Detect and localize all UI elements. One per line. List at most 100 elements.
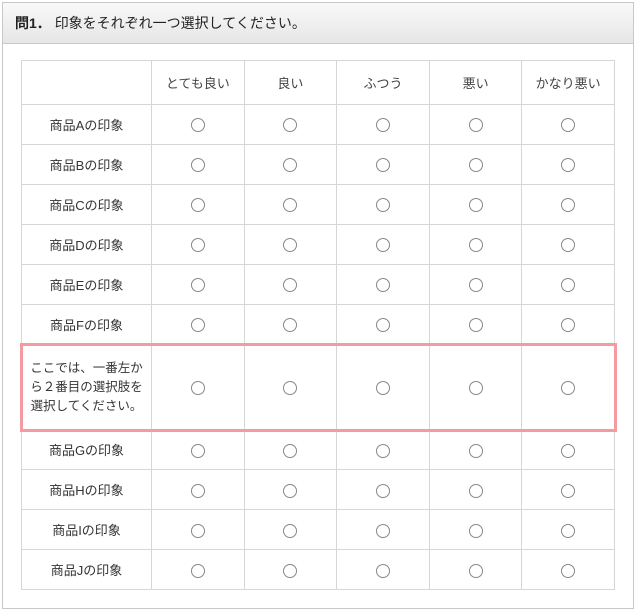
- radio-icon[interactable]: [469, 198, 483, 212]
- radio-icon[interactable]: [191, 444, 205, 458]
- radio-cell[interactable]: [429, 265, 522, 305]
- radio-icon[interactable]: [469, 158, 483, 172]
- radio-icon[interactable]: [469, 444, 483, 458]
- radio-cell[interactable]: [429, 145, 522, 185]
- radio-icon[interactable]: [376, 444, 390, 458]
- radio-cell[interactable]: [152, 305, 245, 345]
- radio-cell[interactable]: [244, 470, 337, 510]
- radio-cell[interactable]: [522, 305, 615, 345]
- radio-icon[interactable]: [283, 158, 297, 172]
- radio-icon[interactable]: [283, 524, 297, 538]
- radio-cell[interactable]: [152, 145, 245, 185]
- radio-cell[interactable]: [429, 305, 522, 345]
- radio-cell[interactable]: [244, 185, 337, 225]
- radio-cell[interactable]: [337, 225, 430, 265]
- radio-cell[interactable]: [429, 550, 522, 590]
- radio-cell[interactable]: [337, 470, 430, 510]
- radio-cell[interactable]: [244, 105, 337, 145]
- radio-cell[interactable]: [337, 105, 430, 145]
- radio-cell[interactable]: [522, 225, 615, 265]
- radio-icon[interactable]: [283, 381, 297, 395]
- radio-icon[interactable]: [191, 484, 205, 498]
- radio-cell[interactable]: [522, 185, 615, 225]
- radio-cell[interactable]: [337, 145, 430, 185]
- radio-icon[interactable]: [376, 318, 390, 332]
- radio-cell[interactable]: [244, 345, 337, 430]
- radio-icon[interactable]: [376, 381, 390, 395]
- radio-icon[interactable]: [561, 524, 575, 538]
- radio-icon[interactable]: [283, 278, 297, 292]
- radio-cell[interactable]: [429, 345, 522, 430]
- radio-icon[interactable]: [469, 524, 483, 538]
- radio-icon[interactable]: [376, 564, 390, 578]
- radio-cell[interactable]: [244, 145, 337, 185]
- radio-icon[interactable]: [191, 564, 205, 578]
- radio-cell[interactable]: [522, 265, 615, 305]
- radio-icon[interactable]: [283, 564, 297, 578]
- radio-icon[interactable]: [376, 278, 390, 292]
- radio-icon[interactable]: [561, 238, 575, 252]
- radio-icon[interactable]: [561, 444, 575, 458]
- radio-cell[interactable]: [522, 510, 615, 550]
- radio-icon[interactable]: [191, 238, 205, 252]
- radio-icon[interactable]: [561, 381, 575, 395]
- radio-cell[interactable]: [152, 185, 245, 225]
- radio-icon[interactable]: [561, 118, 575, 132]
- radio-cell[interactable]: [244, 510, 337, 550]
- radio-cell[interactable]: [337, 265, 430, 305]
- radio-cell[interactable]: [152, 265, 245, 305]
- radio-cell[interactable]: [337, 305, 430, 345]
- radio-cell[interactable]: [429, 185, 522, 225]
- radio-cell[interactable]: [522, 345, 615, 430]
- radio-icon[interactable]: [376, 118, 390, 132]
- radio-cell[interactable]: [522, 430, 615, 470]
- radio-icon[interactable]: [469, 381, 483, 395]
- radio-icon[interactable]: [376, 158, 390, 172]
- radio-cell[interactable]: [152, 105, 245, 145]
- radio-cell[interactable]: [244, 430, 337, 470]
- radio-cell[interactable]: [244, 550, 337, 590]
- radio-cell[interactable]: [337, 185, 430, 225]
- radio-icon[interactable]: [283, 444, 297, 458]
- radio-cell[interactable]: [522, 550, 615, 590]
- radio-icon[interactable]: [561, 198, 575, 212]
- radio-icon[interactable]: [469, 118, 483, 132]
- radio-cell[interactable]: [429, 470, 522, 510]
- radio-cell[interactable]: [522, 145, 615, 185]
- radio-cell[interactable]: [337, 550, 430, 590]
- radio-icon[interactable]: [561, 158, 575, 172]
- radio-icon[interactable]: [283, 238, 297, 252]
- radio-cell[interactable]: [337, 430, 430, 470]
- radio-icon[interactable]: [191, 318, 205, 332]
- radio-cell[interactable]: [429, 105, 522, 145]
- radio-cell[interactable]: [337, 510, 430, 550]
- radio-cell[interactable]: [429, 225, 522, 265]
- radio-cell[interactable]: [337, 345, 430, 430]
- radio-icon[interactable]: [561, 318, 575, 332]
- radio-icon[interactable]: [191, 381, 205, 395]
- radio-icon[interactable]: [469, 484, 483, 498]
- radio-icon[interactable]: [191, 118, 205, 132]
- radio-cell[interactable]: [429, 430, 522, 470]
- radio-cell[interactable]: [522, 105, 615, 145]
- radio-cell[interactable]: [522, 470, 615, 510]
- radio-icon[interactable]: [283, 484, 297, 498]
- radio-icon[interactable]: [376, 238, 390, 252]
- radio-cell[interactable]: [152, 345, 245, 430]
- radio-cell[interactable]: [244, 225, 337, 265]
- radio-icon[interactable]: [469, 564, 483, 578]
- radio-cell[interactable]: [429, 510, 522, 550]
- radio-icon[interactable]: [376, 524, 390, 538]
- radio-icon[interactable]: [191, 158, 205, 172]
- radio-icon[interactable]: [561, 278, 575, 292]
- radio-icon[interactable]: [469, 278, 483, 292]
- radio-icon[interactable]: [283, 118, 297, 132]
- radio-cell[interactable]: [244, 305, 337, 345]
- radio-cell[interactable]: [152, 510, 245, 550]
- radio-icon[interactable]: [191, 524, 205, 538]
- radio-cell[interactable]: [244, 265, 337, 305]
- radio-icon[interactable]: [561, 564, 575, 578]
- radio-icon[interactable]: [283, 198, 297, 212]
- radio-icon[interactable]: [376, 484, 390, 498]
- radio-cell[interactable]: [152, 550, 245, 590]
